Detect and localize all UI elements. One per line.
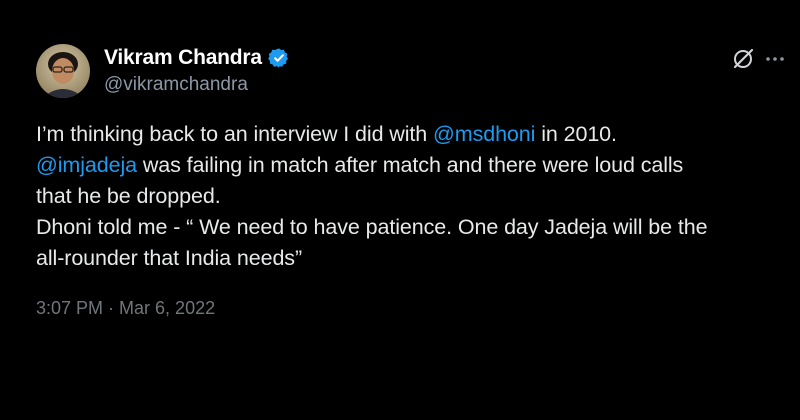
tweet-text-segment: I’m thinking back to an interview I did …	[36, 122, 434, 146]
tweet-line-3: that he be dropped.	[36, 184, 221, 208]
tweet-line-4: Dhoni told me - “ We need to have patien…	[36, 215, 708, 239]
author-handle[interactable]: @vikramchandra	[104, 74, 248, 96]
verified-badge-icon	[268, 47, 290, 69]
more-options-icon[interactable]	[762, 46, 788, 72]
tweet-line-1: I’m thinking back to an interview I did …	[36, 119, 776, 150]
author-display-name[interactable]: Vikram Chandra	[104, 46, 262, 70]
tweet-text-segment: in 2010.	[535, 122, 617, 146]
tweet-text-segment: was failing in match after match and the…	[137, 153, 684, 177]
timestamp-date: Mar 6, 2022	[119, 298, 216, 318]
tweet-line-5: all-rounder that India needs”	[36, 246, 303, 270]
grok-icon[interactable]	[730, 46, 756, 72]
author-name-row: Vikram Chandra	[104, 46, 290, 70]
timestamp-time: 3:07 PM	[36, 298, 104, 318]
profile-avatar[interactable]	[36, 44, 90, 98]
tweet-timestamp[interactable]: 3:07 PM · Mar 6, 2022	[36, 298, 215, 319]
mention-imjadeja-link[interactable]: @imjadeja	[36, 153, 137, 177]
tweet-line-2: @imjadeja was failing in match after mat…	[36, 150, 776, 181]
timestamp-separator: ·	[108, 298, 115, 318]
tweet-text: I’m thinking back to an interview I did …	[36, 119, 776, 274]
mention-msdhoni-link[interactable]: @msdhoni	[433, 122, 535, 146]
tweet-card: Vikram Chandra @vikramchandra I’m thinki…	[0, 0, 800, 420]
